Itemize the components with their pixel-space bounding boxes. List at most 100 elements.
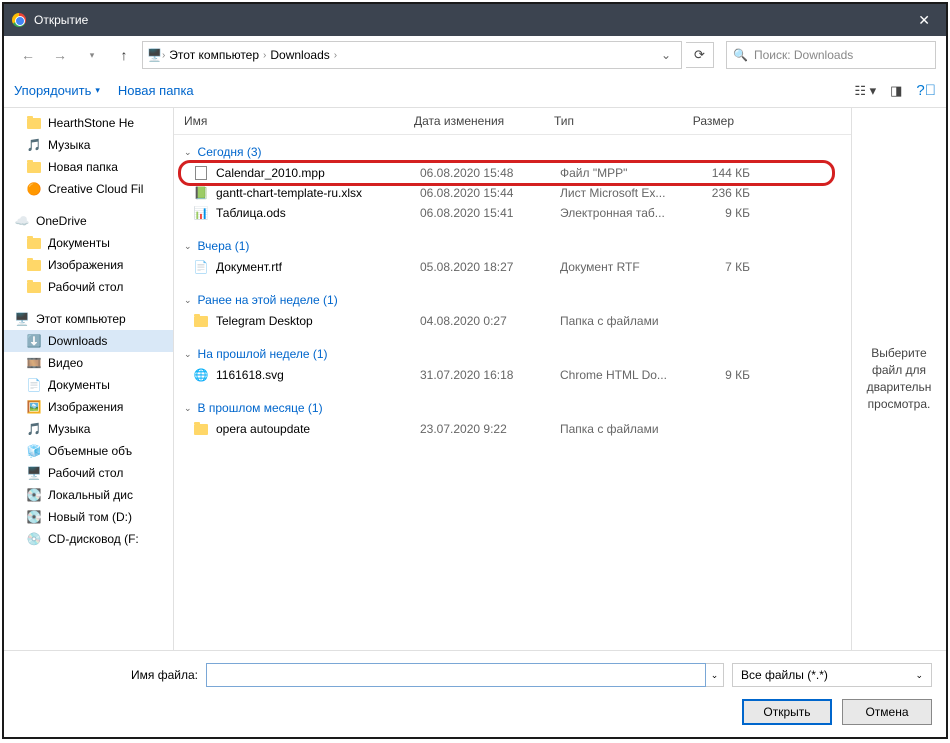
music-icon: 🎵 <box>26 137 42 153</box>
column-headers[interactable]: Имя Дата изменения Тип Размер <box>174 108 851 135</box>
chevron-down-icon: ⌄ <box>184 295 192 306</box>
folder-icon <box>26 257 42 273</box>
group-title: В прошлом месяце (1) <box>198 401 323 415</box>
file-type: Лист Microsoft Ex... <box>560 186 690 200</box>
sidebar-item-label: Локальный дис <box>48 488 133 502</box>
new-folder-button[interactable]: Новая папка <box>118 83 194 98</box>
sidebar-item[interactable]: 💽Новый том (D:) <box>4 506 173 528</box>
up-button[interactable]: ↑ <box>110 41 138 69</box>
chevron-down-icon: ⌄ <box>184 241 192 252</box>
file-date: 04.08.2020 0:27 <box>420 314 560 328</box>
cd-icon: 💿 <box>26 531 42 547</box>
sidebar-item[interactable]: Рабочий стол <box>4 276 173 298</box>
chevron-down-icon: ⌄ <box>184 147 192 158</box>
organize-menu[interactable]: Упорядочить <box>14 83 100 98</box>
file-row[interactable]: 📗gantt-chart-template-ru.xlsx06.08.2020 … <box>184 183 841 203</box>
sidebar-item[interactable]: 🎵 Музыка <box>4 134 173 156</box>
sidebar-item[interactable]: Документы <box>4 232 173 254</box>
sidebar-item[interactable]: Новая папка <box>4 156 173 178</box>
sidebar-item[interactable]: 🧊Объемные объ <box>4 440 173 462</box>
sidebar-item[interactable]: 💿CD-дисковод (F: <box>4 528 173 550</box>
back-button[interactable]: ← <box>14 41 42 69</box>
sidebar-item-label: Рабочий стол <box>48 280 123 294</box>
toolbar: Упорядочить Новая папка ☷ ▾ ◨ ?⃝ <box>4 74 946 108</box>
breadcrumb-seg-1[interactable]: Downloads <box>266 48 333 62</box>
sidebar-item-label: Музыка <box>48 138 90 152</box>
sidebar-item[interactable]: 🖥️Рабочий стол <box>4 462 173 484</box>
file-row[interactable]: 📄Документ.rtf05.08.2020 18:27Документ RT… <box>184 257 841 277</box>
drive-icon: 💽 <box>26 487 42 503</box>
address-bar[interactable]: 🖥️ › Этот компьютер › Downloads › ⌄ <box>142 41 682 69</box>
titlebar: Открытие ✕ <box>4 4 946 36</box>
folder-icon <box>26 279 42 295</box>
group-header[interactable]: ⌄Вчера (1) <box>184 235 841 257</box>
sidebar[interactable]: HearthStone He 🎵 Музыка Новая папка 🟠Creativ… <box>4 108 174 650</box>
file-row[interactable]: Telegram Desktop04.08.2020 0:27Папка с ф… <box>184 311 841 331</box>
filename-dropdown[interactable]: ⌄ <box>706 663 724 687</box>
forward-button[interactable]: → <box>46 41 74 69</box>
file-list[interactable]: Имя Дата изменения Тип Размер ⌄ Сегодня (… <box>174 108 851 650</box>
file-icon: 📊 <box>192 206 210 220</box>
sidebar-item-label: Downloads <box>48 334 107 348</box>
file-row[interactable]: 📊Таблица.ods06.08.2020 15:41Электронная … <box>184 203 841 223</box>
sidebar-item-label: Документы <box>48 236 110 250</box>
file-filter-dropdown[interactable]: Все файлы (*.*) ⌄ <box>732 663 932 687</box>
sidebar-item[interactable]: 💽 Локальный дис <box>4 484 173 506</box>
search-input[interactable]: 🔍 Поиск: Downloads <box>726 41 936 69</box>
sidebar-item[interactable]: 🎵Музыка <box>4 418 173 440</box>
folder-icon <box>26 159 42 175</box>
chevron-down-icon: ⌄ <box>184 349 192 360</box>
sidebar-item[interactable]: 📄Документы <box>4 374 173 396</box>
group-header[interactable]: ⌄В прошлом месяце (1) <box>184 397 841 419</box>
pc-icon: 🖥️ <box>147 48 162 62</box>
file-icon <box>192 316 210 327</box>
group-header[interactable]: ⌄Ранее на этой неделе (1) <box>184 289 841 311</box>
sidebar-item[interactable]: 🟠Creative Cloud Fil <box>4 178 173 200</box>
col-size[interactable]: Размер <box>674 114 744 128</box>
recent-dropdown[interactable]: ▾ <box>78 41 106 69</box>
images-icon: 🖼️ <box>26 399 42 415</box>
file-row[interactable]: opera autoupdate23.07.2020 9:22Папка с ф… <box>184 419 841 439</box>
cancel-button[interactable]: Отмена <box>842 699 932 725</box>
file-row[interactable]: 🌐1161618.svg31.07.2020 16:18Chrome HTML … <box>184 365 841 385</box>
group-header[interactable]: ⌄На прошлой неделе (1) <box>184 343 841 365</box>
sidebar-item-label: HearthStone He <box>48 116 134 130</box>
file-type: Chrome HTML Do... <box>560 368 690 382</box>
sidebar-item[interactable]: 🖼️Изображения <box>4 396 173 418</box>
chrome-icon <box>12 13 26 27</box>
sidebar-item[interactable]: ⬇️ Downloads <box>4 330 173 352</box>
open-button[interactable]: Открыть <box>742 699 832 725</box>
sidebar-item[interactable]: 🎞️Видео <box>4 352 173 374</box>
sidebar-item[interactable]: 🖥️Этот компьютер <box>4 308 173 330</box>
col-type[interactable]: Тип <box>544 114 674 128</box>
sidebar-item-label: Новая папка <box>48 160 118 174</box>
col-name[interactable]: Имя <box>174 114 404 128</box>
col-date[interactable]: Дата изменения <box>404 114 544 128</box>
file-date: 06.08.2020 15:44 <box>420 186 560 200</box>
music2-icon: 🎵 <box>26 421 42 437</box>
sidebar-item[interactable]: Изображения <box>4 254 173 276</box>
group-title: Сегодня (3) <box>198 145 262 159</box>
help-button[interactable]: ?⃝ <box>916 82 936 99</box>
close-button[interactable]: ✕ <box>910 8 938 33</box>
docs-icon: 📄 <box>26 377 42 393</box>
file-row[interactable]: Calendar_2010.mpp06.08.2020 15:48Файл "M… <box>184 163 841 183</box>
refresh-button[interactable]: ⟳ <box>686 42 714 68</box>
sidebar-item-label: Объемные объ <box>48 444 132 458</box>
filename-input[interactable] <box>206 663 706 687</box>
group-header[interactable]: ⌄ Сегодня (3) <box>184 141 841 163</box>
breadcrumb-seg-0[interactable]: Этот компьютер <box>165 48 263 62</box>
downloads-icon: ⬇️ <box>26 333 42 349</box>
preview-pane-button[interactable]: ◨ <box>890 83 902 99</box>
sidebar-item[interactable]: ☁️OneDrive <box>4 210 173 232</box>
file-name: Документ.rtf <box>216 260 420 274</box>
view-mode-button[interactable]: ☷ ▾ <box>854 83 876 99</box>
file-date: 05.08.2020 18:27 <box>420 260 560 274</box>
sidebar-item[interactable]: HearthStone He <box>4 112 173 134</box>
preview-pane: Выберите файл для дварительн просмотра. <box>851 108 946 650</box>
file-date: 06.08.2020 15:48 <box>420 166 560 180</box>
file-size: 9 КБ <box>690 206 750 220</box>
address-dropdown[interactable]: ⌄ <box>655 48 677 62</box>
video-icon: 🎞️ <box>26 355 42 371</box>
sidebar-item-label: Изображения <box>48 258 123 272</box>
